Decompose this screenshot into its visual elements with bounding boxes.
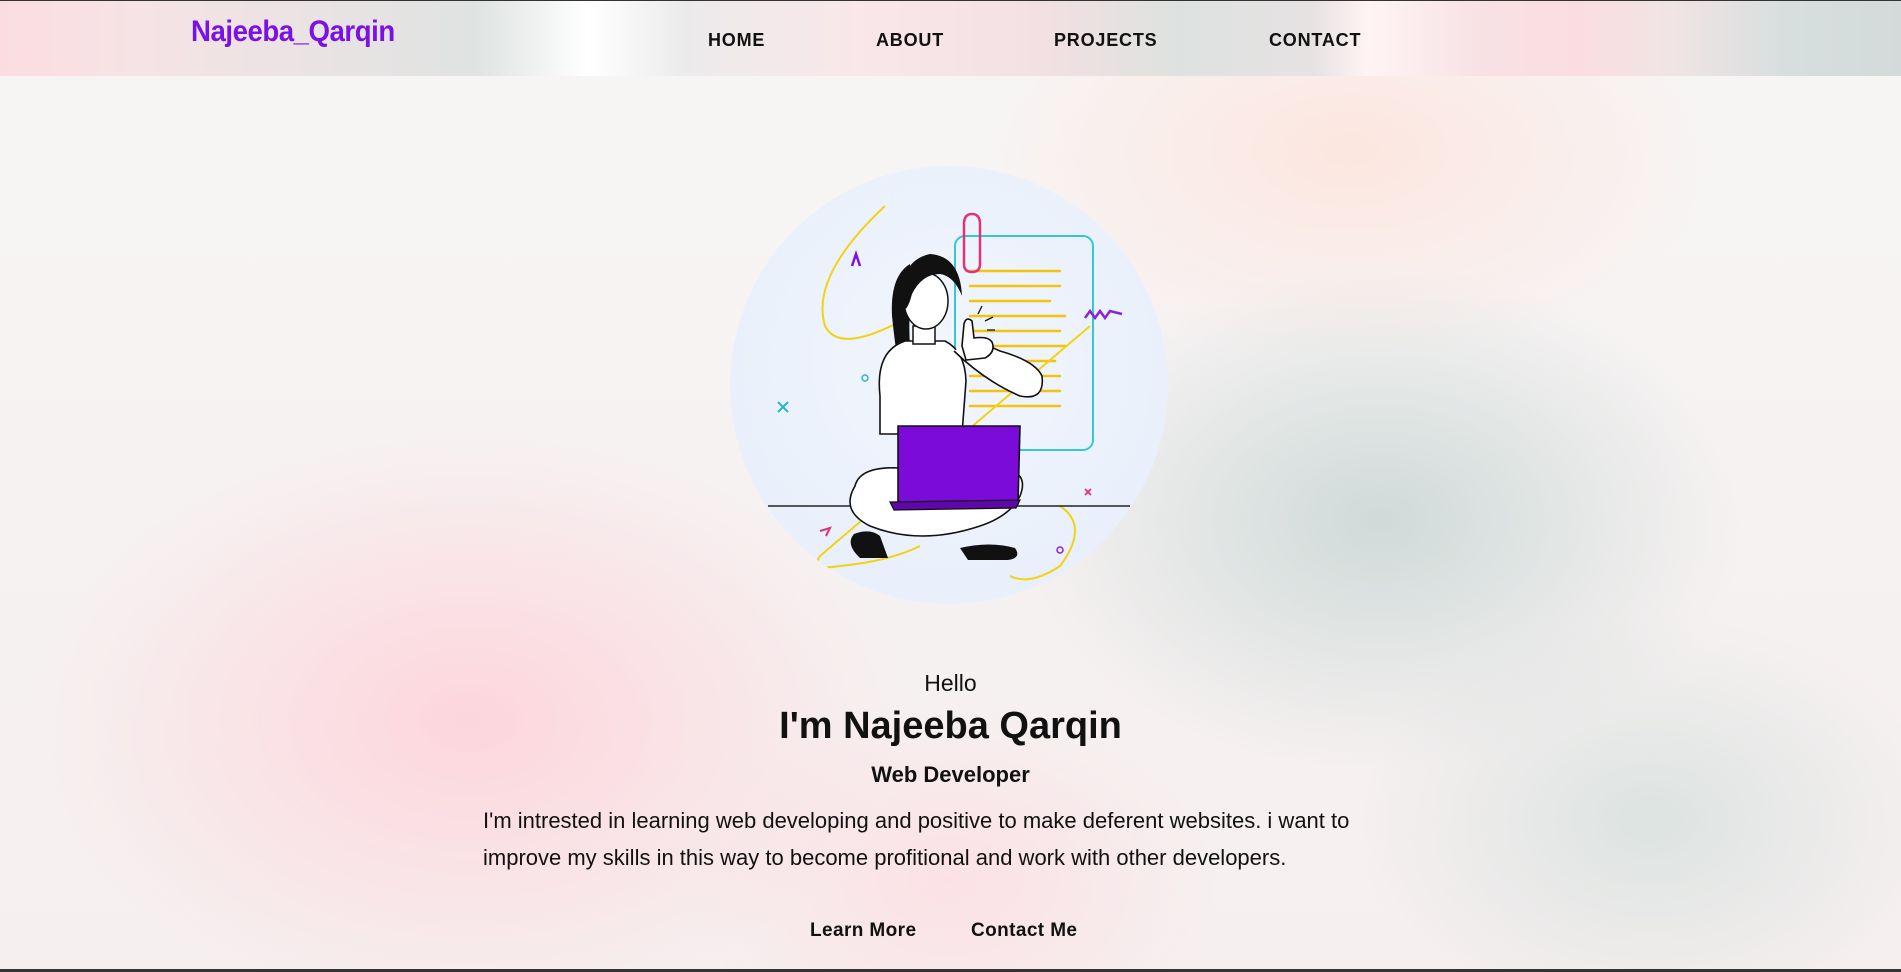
hero-subtitle: Web Developer [871, 762, 1030, 787]
hero-bio-line-2: improve my skills in this way to become … [483, 845, 1287, 870]
nav-contact-link[interactable]: CONTACT [1269, 30, 1361, 51]
girl-with-laptop-illustration-icon [768, 205, 1130, 581]
hero-title: I'm Najeeba Qarqin [779, 705, 1122, 747]
nav-about-link[interactable]: ABOUT [876, 30, 944, 51]
hero-bio: I'm intrested in learning web developing… [483, 802, 1413, 876]
avatar [730, 166, 1168, 604]
learn-more-button[interactable]: Learn More [810, 920, 916, 942]
contact-me-button[interactable]: Contact Me [971, 920, 1077, 942]
window-top-border [0, 0, 1901, 1]
hero-bio-line-1: I'm intrested in learning web developing… [483, 808, 1350, 833]
nav-home-link[interactable]: HOME [708, 30, 765, 51]
greeting-text: Hello [924, 670, 977, 696]
nav-projects-link[interactable]: PROJECTS [1054, 30, 1157, 51]
main-nav: HOME ABOUT PROJECTS CONTACT [0, 1, 1901, 76]
hero-section: Hello I'm Najeeba Qarqin Web Developer I… [0, 76, 1901, 972]
site-header: Najeeba_Qarqin HOME ABOUT PROJECTS CONTA… [0, 1, 1901, 76]
